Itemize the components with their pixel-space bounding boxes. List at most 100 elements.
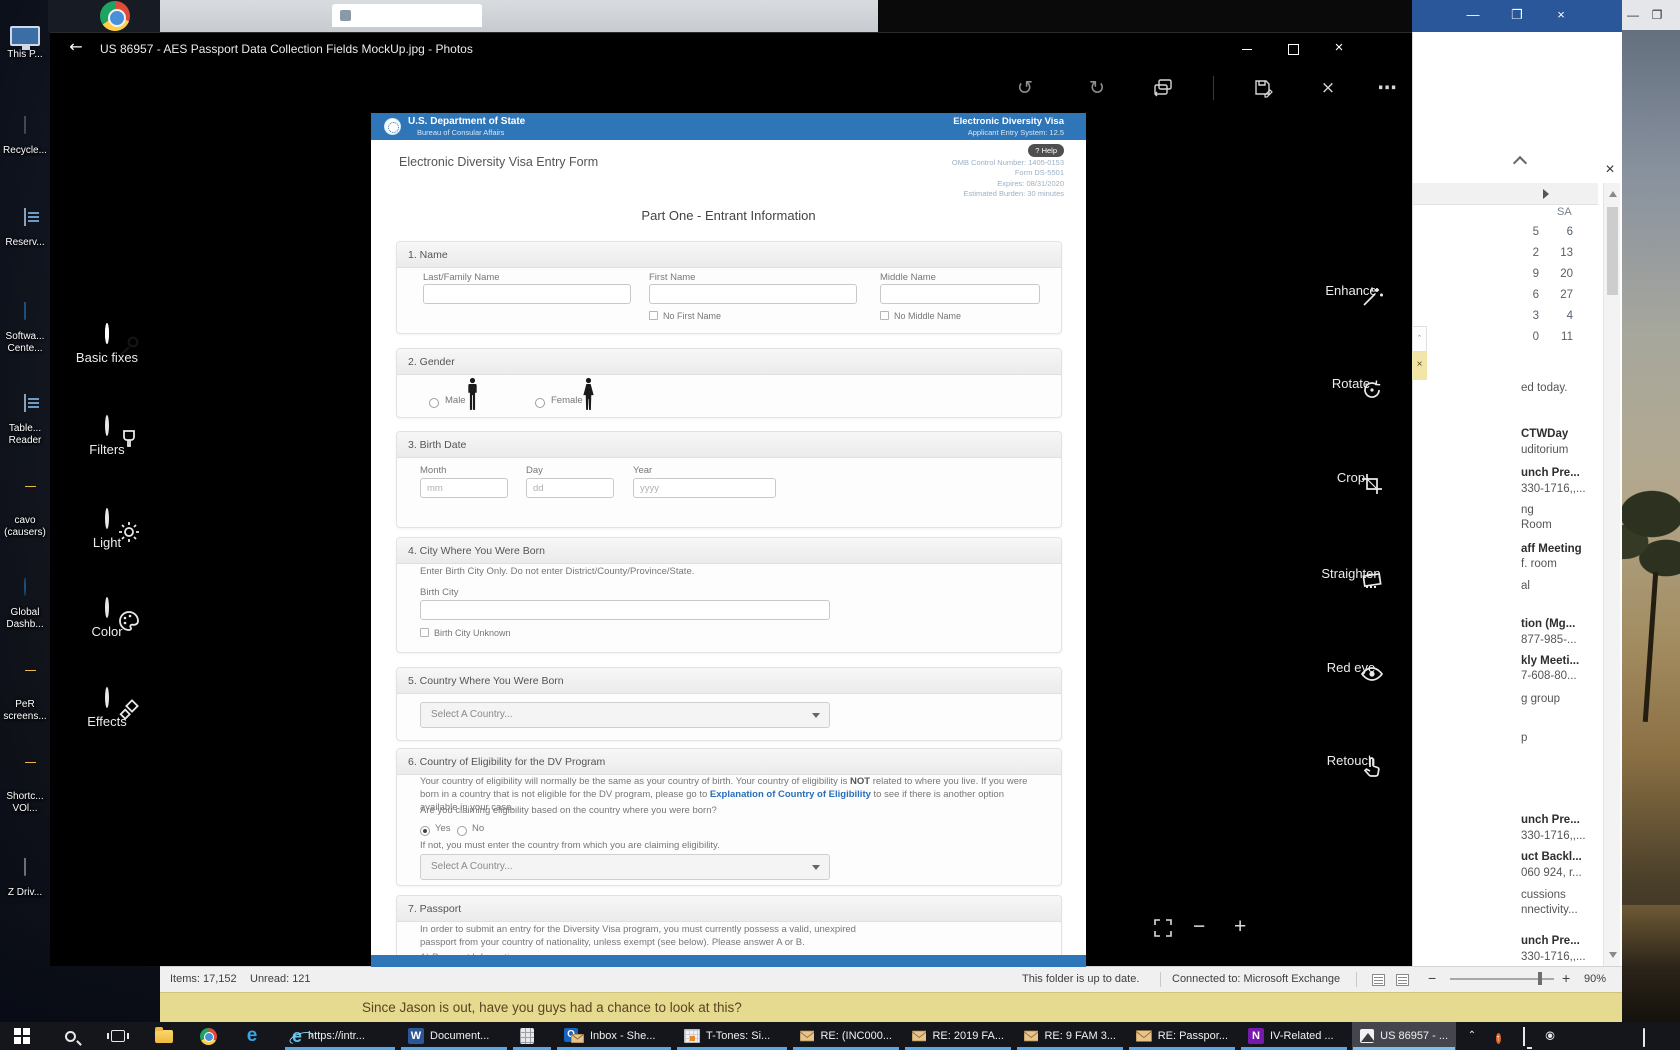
close-icon[interactable]: × <box>1598 158 1622 182</box>
desktop-icon-reserv[interactable]: Reserv... <box>0 208 50 249</box>
help-button[interactable]: ? Help <box>1028 144 1064 157</box>
compare-icon[interactable] <box>1149 74 1177 102</box>
appointment-title[interactable]: kly Meeti... <box>1521 655 1599 667</box>
search-button[interactable] <box>54 1022 86 1050</box>
calendar-date[interactable]: 4 <box>1547 310 1573 322</box>
appointment-title[interactable]: unch Pre... <box>1521 814 1599 826</box>
appointment-title[interactable]: ng <box>1521 504 1599 516</box>
calendar-date[interactable]: 0 <box>1513 331 1539 343</box>
tray-chevron-icon[interactable]: ⌃ <box>1460 1022 1484 1050</box>
taskbar-calendar-window[interactable]: T-Tones: Si... <box>676 1022 788 1050</box>
appointment-title[interactable]: tion (Mg... <box>1521 618 1599 630</box>
scrollbar-thumb[interactable] <box>1607 207 1618 295</box>
tool-color[interactable]: Color <box>62 599 152 639</box>
back-icon[interactable]: ← <box>62 37 90 61</box>
maximize-icon[interactable]: ❐ <box>1500 0 1534 30</box>
birth-city-input[interactable] <box>420 600 830 620</box>
zoom-in-icon[interactable]: + <box>1234 915 1246 939</box>
month-input[interactable] <box>420 478 508 498</box>
tool-filters[interactable]: Filters <box>62 417 152 457</box>
day-input[interactable] <box>526 478 614 498</box>
birth-city-unknown-checkbox[interactable]: Birth City Unknown <box>420 628 511 638</box>
birth-country-select[interactable]: Select A Country... <box>420 702 830 728</box>
calendar-date[interactable]: 13 <box>1547 247 1573 259</box>
taskbar-mail-window-4[interactable]: RE: Passpor... <box>1128 1022 1236 1050</box>
year-input[interactable] <box>633 478 776 498</box>
chevron-up-icon[interactable] <box>1513 156 1527 170</box>
eligibility-yes-radio[interactable] <box>420 822 430 840</box>
taskbar-mail-window-3[interactable]: RE: 9 FAM 3... <box>1016 1022 1124 1050</box>
calendar-date[interactable]: 6 <box>1513 289 1539 301</box>
eligibility-link[interactable]: Explanation of Country of Eligibility <box>710 789 871 800</box>
edge-button[interactable]: e <box>236 1022 268 1050</box>
volume-icon[interactable]: 🞊 <box>1538 1022 1562 1050</box>
calendar-date[interactable]: 11 <box>1547 331 1573 343</box>
maximize-icon[interactable]: ❐ <box>1646 0 1668 30</box>
zoom-slider-thumb[interactable] <box>1538 972 1542 985</box>
no-middle-name-checkbox[interactable]: No Middle Name <box>880 311 961 321</box>
eligibility-country-select[interactable]: Select A Country... <box>420 854 830 880</box>
minimize-icon[interactable]: — <box>1456 0 1490 30</box>
taskbar-word-window[interactable]: W Document... <box>400 1022 508 1050</box>
network-icon[interactable] <box>1512 1022 1536 1050</box>
desktop-icon-per-screens[interactable]: PeR screens... <box>0 670 50 723</box>
minimize-button[interactable] <box>1224 33 1270 65</box>
tool-rotate[interactable]: Rotate <box>1306 369 1396 391</box>
close-icon[interactable]: × <box>1544 0 1578 30</box>
male-radio[interactable] <box>429 394 439 412</box>
zoom-out-icon[interactable]: − <box>1193 915 1205 939</box>
calendar-date[interactable]: 27 <box>1547 289 1573 301</box>
desktop-icon-recycle-bin[interactable]: Recycle... <box>0 116 50 157</box>
appointment-title[interactable]: p <box>1521 732 1599 744</box>
tool-retouch[interactable]: Retouch <box>1306 746 1396 768</box>
calendar-date[interactable]: 20 <box>1547 268 1573 280</box>
fit-to-window-icon[interactable] <box>1152 917 1174 944</box>
undo-icon[interactable]: ↺ <box>1011 74 1039 102</box>
mcafee-icon[interactable]: ↑ <box>1486 1022 1510 1050</box>
last-name-input[interactable] <box>423 284 631 304</box>
desktop-icon-global-dashboard[interactable]: Global Dashb... <box>0 578 50 631</box>
taskbar-mail-window-1[interactable]: RE: (INC000... <box>792 1022 900 1050</box>
action-center-icon[interactable] <box>1632 1022 1656 1050</box>
taskbar-photos-window-active[interactable]: US 86957 - ... <box>1352 1022 1456 1050</box>
appointment-title[interactable]: cussions <box>1521 889 1599 901</box>
desktop-icon-z-drive[interactable]: Z Driv... <box>0 858 50 899</box>
desktop-icon-this-pc[interactable]: This P... <box>0 26 50 61</box>
scroll-up-icon[interactable] <box>1609 191 1617 197</box>
zoom-level[interactable]: 90% <box>1584 973 1606 985</box>
desktop-icon-software-center[interactable]: Softwa... Cente... <box>0 302 50 355</box>
appointment-title[interactable]: uct Backl... <box>1521 851 1599 863</box>
calendar-date[interactable]: 9 <box>1513 268 1539 280</box>
tool-light[interactable]: Light <box>62 510 152 550</box>
eligibility-no-radio[interactable] <box>457 822 467 840</box>
desktop-icon-cavo[interactable]: cavo (causers) <box>0 486 50 539</box>
scroll-down-icon[interactable] <box>1609 952 1617 958</box>
more-icon[interactable]: ⋯ <box>1373 74 1401 102</box>
scrollbar[interactable] <box>1603 183 1620 966</box>
redo-icon[interactable]: ↻ <box>1083 74 1111 102</box>
reading-view-icon[interactable] <box>1372 974 1385 986</box>
layout-view-icon[interactable] <box>1396 974 1409 986</box>
next-month-icon[interactable] <box>1543 189 1549 199</box>
task-view-button[interactable] <box>102 1022 134 1050</box>
appointment-title[interactable]: unch Pre... <box>1521 467 1599 479</box>
tool-crop[interactable]: Crop <box>1306 463 1396 485</box>
save-copy-icon[interactable] <box>1249 74 1277 102</box>
tool-basic-fixes[interactable]: Basic fixes <box>62 325 152 365</box>
no-first-name-checkbox[interactable]: No First Name <box>649 311 721 321</box>
start-button[interactable] <box>8 1022 36 1050</box>
taskbar-onenote-window[interactable]: N IV-Related ... <box>1240 1022 1348 1050</box>
female-radio[interactable] <box>535 394 545 412</box>
appointment-title[interactable]: unch Pre... <box>1521 935 1599 947</box>
file-explorer-button[interactable] <box>148 1022 180 1050</box>
tool-enhance[interactable]: Enhance <box>1306 276 1396 298</box>
taskbar-calculator-window[interactable] <box>512 1022 552 1050</box>
minimize-icon[interactable]: — <box>1622 0 1644 30</box>
first-name-input[interactable] <box>649 284 857 304</box>
taskbar-ie-window[interactable]: e https://intr... <box>284 1022 396 1050</box>
appointment-title[interactable]: aff Meeting <box>1521 543 1599 555</box>
tool-red-eye[interactable]: Red eye <box>1306 653 1396 675</box>
cancel-icon[interactable]: × <box>1314 74 1342 102</box>
zoom-out-icon[interactable]: − <box>1428 970 1436 986</box>
desktop-icon-shortcut-vol[interactable]: Shortc... VOl... <box>0 762 50 815</box>
